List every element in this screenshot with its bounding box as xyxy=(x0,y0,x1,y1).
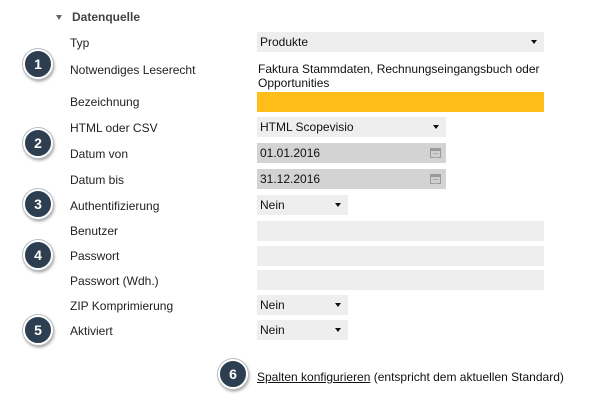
passwort-input[interactable] xyxy=(257,246,544,266)
step-badge-1: 1 xyxy=(23,49,53,79)
chevron-down-icon xyxy=(335,328,341,332)
label-passwort-wdh: Passwort (Wdh.) xyxy=(70,274,159,288)
footer-line: Spalten konfigurieren (entspricht dem ak… xyxy=(257,370,564,384)
label-passwort: Passwort xyxy=(70,249,120,263)
spalten-konfigurieren-link[interactable]: Spalten konfigurieren xyxy=(257,370,370,384)
chevron-down-icon xyxy=(335,203,341,207)
chevron-down-icon xyxy=(433,125,439,129)
bezeichnung-input[interactable] xyxy=(257,92,544,112)
step-badge-5: 5 xyxy=(23,315,53,345)
typ-select[interactable]: Produkte xyxy=(257,32,544,52)
passwort-wdh-input[interactable] xyxy=(257,270,544,290)
step-badge-3: 3 xyxy=(23,189,53,219)
label-datum-von: Datum von xyxy=(70,147,129,161)
step-badge-2: 2 xyxy=(23,128,53,158)
step-badge-6: 6 xyxy=(218,359,248,389)
format-select[interactable]: HTML Scopevisio xyxy=(257,117,446,137)
label-bezeichnung: Bezeichnung xyxy=(70,95,140,109)
aktiviert-select-value: Nein xyxy=(260,323,285,337)
chevron-down-icon xyxy=(335,303,341,307)
datum-bis-value: 31.12.2016 xyxy=(260,172,321,186)
benutzer-input[interactable] xyxy=(257,221,544,241)
calendar-icon[interactable] xyxy=(430,148,441,158)
label-aktiviert: Aktiviert xyxy=(70,324,113,338)
section-title: Datenquelle xyxy=(72,10,141,24)
leserecht-value: Faktura Stammdaten, Rechnungseingangsbuc… xyxy=(258,62,540,90)
format-select-value: HTML Scopevisio xyxy=(260,120,354,134)
calendar-icon[interactable] xyxy=(430,174,441,184)
typ-select-value: Produkte xyxy=(260,35,309,49)
auth-select[interactable]: Nein xyxy=(257,195,348,215)
label-benutzer: Benutzer xyxy=(70,224,119,238)
aktiviert-select[interactable]: Nein xyxy=(257,320,348,340)
section-header-datenquelle[interactable]: Datenquelle xyxy=(56,9,140,25)
label-format: HTML oder CSV xyxy=(70,121,158,135)
label-auth: Authentifizierung xyxy=(70,199,160,213)
datum-von-input[interactable]: 01.01.2016 xyxy=(257,143,446,163)
zip-select-value: Nein xyxy=(260,298,285,312)
auth-select-value: Nein xyxy=(260,198,285,212)
label-typ: Typ xyxy=(70,36,90,50)
datum-von-value: 01.01.2016 xyxy=(260,146,321,160)
label-leserecht: Notwendiges Leserecht xyxy=(70,63,196,77)
datum-bis-input[interactable]: 31.12.2016 xyxy=(257,169,446,189)
zip-select[interactable]: Nein xyxy=(257,295,348,315)
step-badge-4: 4 xyxy=(23,240,53,270)
label-datum-bis: Datum bis xyxy=(70,173,125,187)
chevron-down-icon xyxy=(531,40,537,44)
label-zip: ZIP Komprimierung xyxy=(70,299,174,313)
footer-note: (entspricht dem aktuellen Standard) xyxy=(370,370,564,384)
collapse-triangle-icon[interactable] xyxy=(56,14,62,20)
